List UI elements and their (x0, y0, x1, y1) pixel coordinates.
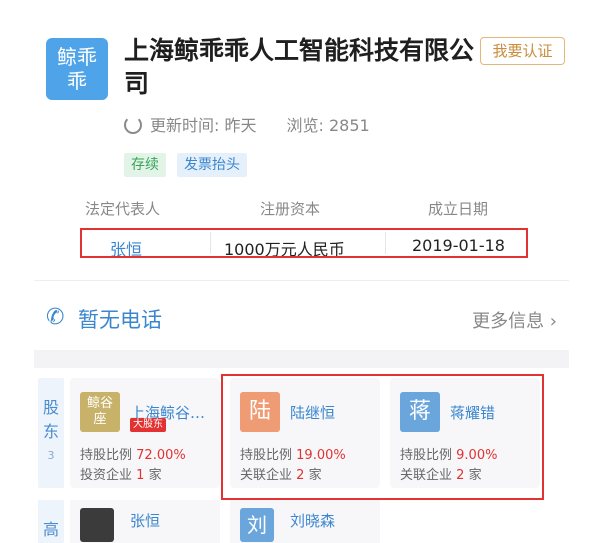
investment-count: 投资企业 1 家 (80, 464, 162, 483)
claim-button[interactable]: 我要认证 (480, 37, 565, 65)
updated-time: 更新时间: 昨天 (150, 116, 257, 135)
shareholder-card[interactable]: 鲸谷 座 上海鲸谷… 大股东 持股比例 72.00% 投资企业 1 家 (70, 378, 220, 488)
shareholding-ratio: 持股比例 72.00% (80, 444, 186, 463)
company-logo: 鲸乖 乖 (46, 38, 108, 100)
executive-avatar: 刘 (240, 508, 274, 542)
more-info-link[interactable]: 更多信息 › (472, 307, 557, 333)
count-value: 1 (136, 468, 145, 483)
legal-rep-label: 法定代表人 (85, 200, 161, 218)
phone-row[interactable]: ✆ 暂无电话 更多信息 › (34, 290, 569, 346)
shareholder-avatar: 鲸谷 座 (80, 392, 120, 432)
divider (34, 280, 569, 281)
ratio-label: 持股比例 (80, 448, 133, 463)
section-gap (34, 350, 569, 368)
avatar-line: 鲸谷 (86, 396, 113, 411)
company-meta: 更新时间: 昨天 浏览: 2851 (124, 112, 370, 136)
executive-card[interactable]: 张恒 (70, 500, 220, 543)
executives-section-label: 高 (38, 500, 64, 543)
count-unit: 家 (148, 468, 162, 483)
major-shareholder-badge: 大股东 (130, 418, 166, 432)
logo-line-2: 乖 (67, 69, 87, 93)
section-label-char: 东 (42, 422, 59, 441)
executive-name: 张恒 (130, 512, 161, 530)
shareholders-section-label: 股 东 3 (38, 378, 64, 488)
executive-name: 刘晓森 (290, 512, 336, 530)
count-label: 投资企业 (80, 468, 133, 483)
logo-line-1: 鲸乖 (57, 45, 97, 69)
shareholder-highlight-box (221, 374, 544, 500)
registered-capital-label: 注册资本 (260, 200, 321, 218)
shareholders-count: 3 (47, 449, 55, 462)
info-highlight-box (80, 228, 528, 258)
status-badge: 存续 (124, 153, 166, 177)
section-label-char: 股 (42, 398, 59, 417)
refresh-icon[interactable] (124, 116, 142, 134)
executive-card[interactable]: 刘 刘晓森 (230, 500, 380, 543)
company-name: 上海鲸乖乖人工智能科技有限公司 (124, 36, 475, 98)
executive-photo (80, 508, 114, 542)
ratio-value: 72.00% (136, 448, 186, 463)
avatar-line: 座 (93, 412, 107, 427)
established-date-label: 成立日期 (428, 200, 489, 218)
phone-icon: ✆ (46, 305, 65, 330)
company-detail-page: 鲸乖 乖 上海鲸乖乖人工智能科技有限公司 我要认证 更新时间: 昨天 浏览: 28… (0, 0, 611, 543)
invoice-title-tag[interactable]: 发票抬头 (177, 153, 247, 177)
view-count: 浏览: 2851 (286, 116, 370, 135)
phone-text: 暂无电话 (78, 308, 162, 332)
